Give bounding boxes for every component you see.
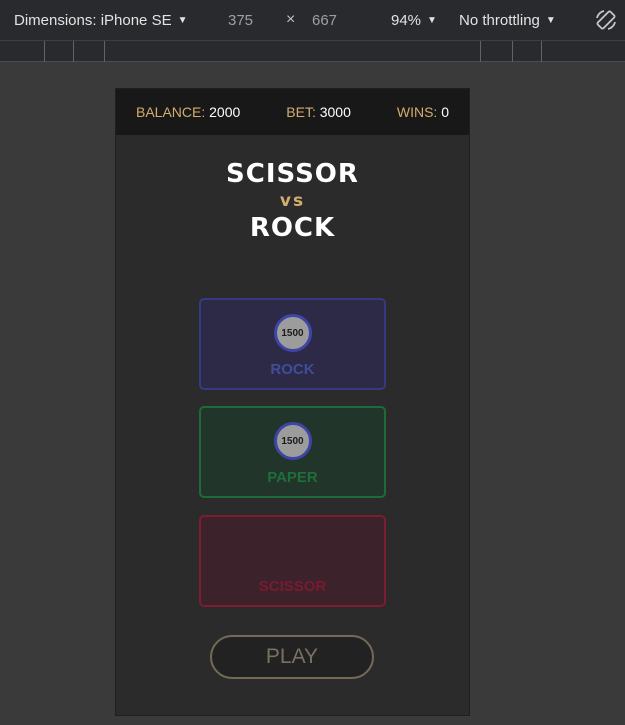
bet-stat: BET: 3000 — [286, 104, 351, 120]
bet-chip: 1500 — [273, 422, 312, 460]
stats-bar: BALANCE: 2000 BET: 3000 WINS: 0 — [116, 89, 469, 135]
chevron-down-icon: ▼ — [427, 14, 437, 26]
chevron-down-icon: ▼ — [177, 14, 188, 26]
throttle-select[interactable]: No throttling ▼ — [459, 0, 556, 40]
bet-value: 3000 — [319, 104, 351, 120]
zoom-label: 94% — [391, 11, 422, 29]
device-select[interactable]: Dimensions: iPhone SE ▼ — [14, 0, 188, 40]
height-input[interactable]: 667 — [312, 0, 337, 40]
ruler-tick[interactable] — [541, 41, 542, 62]
device-label: Dimensions: iPhone SE — [14, 11, 172, 29]
zoom-select[interactable]: 94% ▼ — [391, 0, 437, 40]
times-icon: × — [286, 11, 296, 28]
balance-value: 2000 — [209, 104, 241, 120]
phone-viewport: BALANCE: 2000 BET: 3000 WINS: 0 SCISSOR … — [116, 89, 469, 715]
wins-value: 0 — [441, 104, 449, 120]
chevron-down-icon: ▼ — [545, 14, 556, 26]
paper-label: PAPER — [267, 469, 318, 486]
rotate-icon — [596, 10, 616, 30]
ruler-tick[interactable] — [73, 41, 74, 62]
paper-choice-button[interactable]: 1500 PAPER — [199, 406, 386, 498]
balance-stat: BALANCE: 2000 — [136, 104, 240, 120]
devtools-device-toolbar: Dimensions: iPhone SE ▼ 375 × 667 94% ▼ … — [0, 0, 625, 40]
headline-vs: vs — [279, 191, 306, 211]
wins-stat: WINS: 0 — [397, 104, 449, 120]
scissor-choice-button[interactable]: SCISSOR — [199, 515, 386, 607]
headline-computer-choice: ROCK — [249, 213, 336, 243]
ruler-tick[interactable] — [512, 41, 513, 62]
rock-choice-button[interactable]: 1500 ROCK — [199, 298, 386, 390]
ruler-tick[interactable] — [104, 41, 105, 62]
bet-label: BET: — [286, 104, 316, 120]
bet-chip: 1500 — [273, 314, 312, 352]
play-button[interactable]: PLAY — [210, 635, 374, 679]
throttle-label: No throttling — [459, 11, 540, 29]
rock-label: ROCK — [270, 361, 315, 378]
media-query-ruler — [0, 40, 625, 62]
wins-label: WINS: — [396, 104, 438, 120]
balance-label: BALANCE: — [136, 104, 206, 120]
scissor-label: SCISSOR — [258, 578, 327, 595]
headline-player-choice: SCISSOR — [226, 159, 359, 189]
result-headline: SCISSOR vs ROCK — [116, 159, 469, 243]
ruler-tick[interactable] — [44, 41, 45, 62]
width-input[interactable]: 375 — [228, 0, 253, 40]
rotate-button[interactable] — [594, 0, 618, 40]
ruler-tick[interactable] — [480, 41, 481, 62]
